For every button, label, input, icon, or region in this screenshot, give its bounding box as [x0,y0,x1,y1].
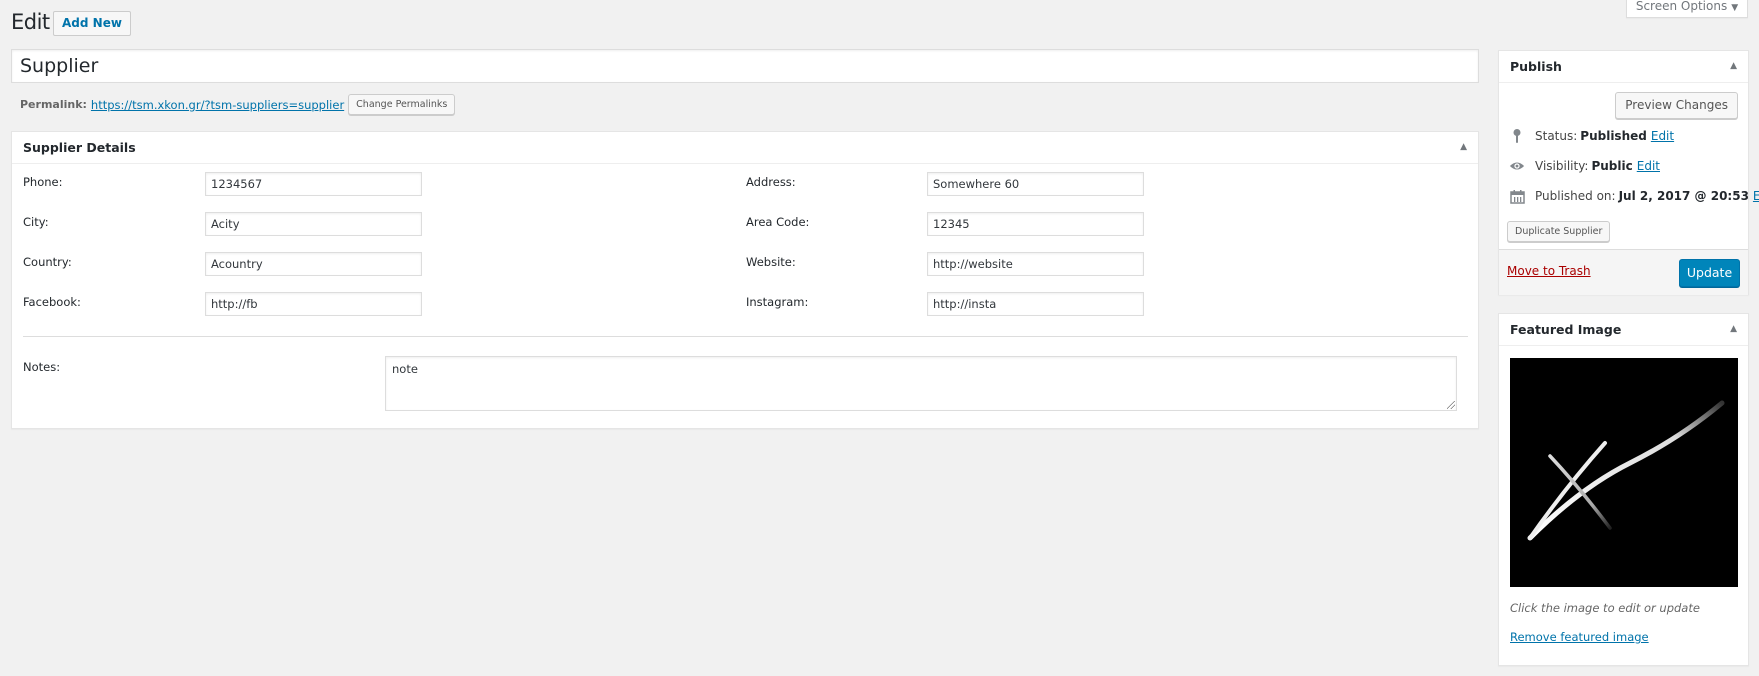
notes-label: Notes: [23,360,61,374]
permalink-label: Permalink: [20,98,87,111]
permalink-link[interactable]: https://tsm.xkon.gr/?tsm-suppliers=suppl… [91,98,344,112]
supplier-details-box: Supplier Details ▲ Phone: 1234567 City: … [11,131,1479,429]
visibility-label: Visibility: [1535,159,1589,173]
featured-image-caption: Click the image to edit or update [1510,601,1700,615]
eye-icon [1509,158,1525,174]
status-value: Published [1580,129,1647,143]
duplicate-supplier-button[interactable]: Duplicate Supplier [1507,221,1611,242]
published-on-label: Published on: [1535,189,1616,203]
edit-status-link[interactable]: Edit [1651,129,1674,143]
website-input[interactable]: http://website [927,252,1144,276]
facebook-label: Facebook: [23,295,81,309]
move-to-trash-link[interactable]: Move to Trash [1507,264,1591,278]
visibility-value: Public [1591,159,1633,173]
collapse-toggle-icon[interactable]: ▲ [1730,314,1737,345]
resize-handle-icon[interactable] [1447,401,1455,409]
featured-image-box: Featured Image ▲ Click the image to edit… [1498,313,1749,666]
publishing-actions: Move to Trash Update [1499,249,1748,295]
publish-box: Publish ▲ Preview Changes Status: Publis… [1498,50,1759,295]
edit-visibility-link[interactable]: Edit [1637,159,1660,173]
notes-value: note [392,362,418,376]
published-on-value: Jul 2, 2017 @ 20:53 [1618,189,1749,203]
status-label: Status: [1535,129,1578,143]
country-label: Country: [23,255,72,269]
published-on-row: Published on: Jul 2, 2017 @ 20:53 Edit [1509,188,1759,204]
featured-image-title: Featured Image [1510,322,1622,337]
remove-featured-image-link[interactable]: Remove featured image [1510,630,1649,644]
section-divider [23,336,1468,337]
pin-icon [1509,128,1525,144]
signature-logo-icon [1527,400,1725,541]
city-input[interactable]: Acity [205,212,422,236]
edit-date-link[interactable]: Edit [1753,189,1759,203]
area-code-label: Area Code: [746,215,810,229]
change-permalinks-button[interactable]: Change Permalinks [348,94,456,115]
website-label: Website: [746,255,796,269]
status-row: Status: Published Edit [1509,128,1674,144]
city-label: City: [23,215,49,229]
page-title: Edit [11,10,50,34]
address-input[interactable]: Somewhere 60 [927,172,1144,196]
collapse-toggle-icon[interactable]: ▲ [1730,51,1737,82]
address-label: Address: [746,175,796,189]
add-new-button[interactable]: Add New [53,11,131,36]
publish-title: Publish [1510,59,1562,74]
area-code-input[interactable]: 12345 [927,212,1144,236]
featured-image-thumbnail[interactable] [1510,358,1738,587]
post-title-input[interactable]: Supplier [11,49,1479,83]
supplier-fields: Phone: 1234567 City: Acity Country: Acou… [12,132,1478,428]
update-button[interactable]: Update [1679,259,1740,287]
visibility-row: Visibility: Public Edit [1509,158,1660,174]
facebook-input[interactable]: http://fb [205,292,422,316]
permalink-row: Permalink: https://tsm.xkon.gr/?tsm-supp… [20,94,456,115]
phone-input[interactable]: 1234567 [205,172,422,196]
notes-textarea[interactable]: note [385,356,1457,411]
featured-image-header[interactable]: Featured Image ▲ [1499,314,1748,346]
instagram-label: Instagram: [746,295,809,309]
instagram-input[interactable]: http://insta [927,292,1144,316]
screen-options-label: Screen Options [1635,0,1728,13]
screen-options-button[interactable]: Screen Options ▼ [1626,0,1748,18]
preview-changes-button[interactable]: Preview Changes [1615,92,1738,119]
country-input[interactable]: Acountry [205,252,422,276]
phone-label: Phone: [23,175,63,189]
triangle-down-icon: ▼ [1731,3,1739,13]
calendar-icon [1509,188,1525,204]
publish-header[interactable]: Publish ▲ [1499,51,1748,83]
